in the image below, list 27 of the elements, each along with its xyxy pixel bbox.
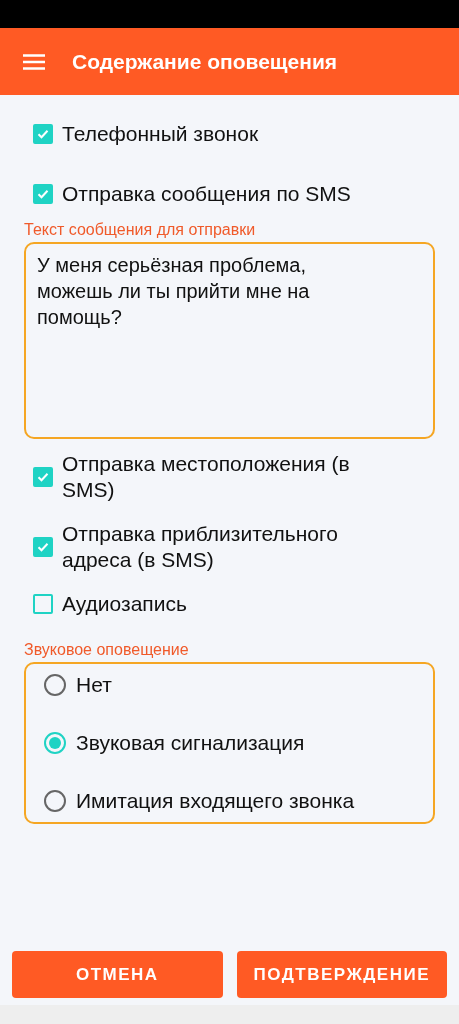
radio-label: Звуковая сигнализация: [76, 730, 305, 756]
checkbox-label: Аудиозапись: [62, 591, 187, 617]
section-label: Звуковое оповещение: [24, 641, 190, 659]
checkbox[interactable]: [33, 467, 53, 487]
checkbox[interactable]: [33, 124, 53, 144]
check-icon: [36, 540, 50, 554]
radio-button[interactable]: [44, 674, 66, 696]
checkbox-label: Отправка приблизительного адреса (в SMS): [62, 521, 339, 573]
check-icon: [36, 470, 50, 484]
field-label: Текст сообщения для отправки: [24, 221, 257, 239]
checkbox[interactable]: [33, 184, 53, 204]
radio-label: Нет: [76, 672, 112, 698]
screen-title: Содержание оповещения: [72, 49, 338, 74]
action-button[interactable]: ОТМЕНА: [12, 951, 223, 998]
checkbox-label: Телефонный звонок: [62, 121, 259, 147]
checkbox-label: Отправка местоположения (в SMS): [62, 451, 351, 503]
action-button[interactable]: ПОДТВЕРЖДЕНИЕ: [236, 951, 447, 998]
checkbox[interactable]: [33, 537, 53, 557]
radio-button[interactable]: [44, 790, 66, 812]
radio-button[interactable]: [44, 732, 66, 754]
check-icon: [36, 127, 50, 141]
radio-label: Имитация входящего звонка: [76, 788, 355, 814]
menu-icon[interactable]: [23, 53, 45, 70]
checkbox-label: Отправка сообщения по SMS: [62, 181, 351, 207]
message-field[interactable]: У меня серьёзная проблема, можешь ли ты прийти мне на помощь?: [24, 242, 435, 439]
check-icon: [36, 187, 50, 201]
checkbox[interactable]: [33, 594, 53, 614]
